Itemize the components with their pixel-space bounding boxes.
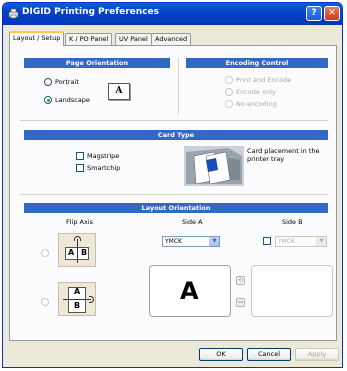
side-a-preview-letter: A <box>180 277 199 305</box>
printer-app-icon <box>8 8 19 19</box>
side-b-checkbox[interactable] <box>263 237 271 245</box>
portrait-label: Portrait <box>55 78 79 86</box>
side-b-preview <box>251 265 333 317</box>
flip-horizontal-side-a: A <box>74 287 81 296</box>
orientation-preview-letter: A <box>115 86 123 96</box>
no-encoding-radio[interactable] <box>225 100 233 108</box>
chevron-down-icon[interactable]: ▼ <box>209 237 219 246</box>
close-button[interactable]: ✕ <box>324 6 340 21</box>
side-b-select[interactable]: YMCK ▼ <box>275 236 327 247</box>
rotate-icon[interactable]: ⟲ <box>236 276 245 285</box>
side-b-label: Side B <box>282 218 303 226</box>
flip-axis-label: Flip Axis <box>66 218 94 226</box>
smartchip-label: Smartchip <box>87 164 121 172</box>
encode-only-label: Encode only <box>236 88 276 96</box>
help-button[interactable]: ? <box>306 6 322 21</box>
ok-button[interactable]: OK <box>199 348 243 361</box>
flip-arrow-icon <box>89 296 94 303</box>
apply-button[interactable]: Apply <box>295 348 339 361</box>
flip-vertical-axis-option[interactable]: A B <box>58 233 96 267</box>
magstripe-label: Magstripe <box>87 152 120 160</box>
landscape-label: Landscape <box>55 96 90 104</box>
flip-horizontal-axis-radio[interactable] <box>41 298 49 306</box>
print-and-encode-label: Print and Encode <box>236 76 292 84</box>
cancel-button[interactable]: Cancel <box>247 348 291 361</box>
flip-vertical-side-b: B <box>81 248 88 257</box>
page-orientation-header: Page Orientation <box>24 58 170 68</box>
side-a-select[interactable]: YMCK ▼ <box>162 236 220 247</box>
card-placement-text: Card placement in the printer tray <box>247 147 320 163</box>
no-encoding-label: No encoding <box>236 100 277 108</box>
horizontal-axis-line <box>63 299 91 300</box>
card-type-header: Card Type <box>24 130 328 140</box>
card-tray-illustration <box>184 146 244 186</box>
section-divider <box>178 58 179 114</box>
title-bar[interactable]: DIGID Printing Preferences ? ✕ <box>3 3 342 25</box>
section-divider <box>20 120 328 121</box>
side-a-select-value: YMCK <box>165 238 182 245</box>
smartchip-checkbox[interactable] <box>76 164 84 172</box>
chevron-down-icon[interactable]: ▼ <box>316 237 326 246</box>
portrait-radio[interactable] <box>44 78 52 86</box>
encode-only-radio[interactable] <box>225 88 233 96</box>
landscape-radio[interactable] <box>44 96 52 104</box>
printing-preferences-window: DIGID Printing Preferences ? ✕ Layout / … <box>2 2 343 368</box>
flip-arrow-icon <box>74 236 81 241</box>
window-title: DIGID Printing Preferences <box>22 7 159 17</box>
tab-uv-panel[interactable]: UV Panel <box>115 33 152 45</box>
side-a-preview: A <box>149 265 231 317</box>
section-divider <box>20 194 328 195</box>
flip-horizontal-side-b: B <box>74 301 81 310</box>
encoding-control-header: Encoding Control <box>186 58 328 68</box>
flip-vertical-axis-radio[interactable] <box>41 249 49 257</box>
tab-k-po-panel[interactable]: K / PO Panel <box>65 33 113 45</box>
orientation-preview: A <box>108 83 130 100</box>
tab-advanced[interactable]: Advanced <box>151 33 192 45</box>
layout-orientation-header: Layout Orientation <box>24 203 328 213</box>
layout-setup-panel: Page Orientation Portrait Landscape A En… <box>9 45 337 341</box>
magstripe-checkbox[interactable] <box>76 152 84 160</box>
print-and-encode-radio[interactable] <box>225 76 233 84</box>
side-a-label: Side A <box>182 218 203 226</box>
flip-vertical-side-a: A <box>68 248 75 257</box>
flip-horizontal-axis-option[interactable]: A B <box>58 282 96 316</box>
side-b-select-value: YMCK <box>278 238 295 245</box>
vertical-axis-line <box>77 239 78 263</box>
swap-icon[interactable]: ⇔ <box>236 298 245 307</box>
tab-layout-setup[interactable]: Layout / Setup <box>9 31 65 46</box>
